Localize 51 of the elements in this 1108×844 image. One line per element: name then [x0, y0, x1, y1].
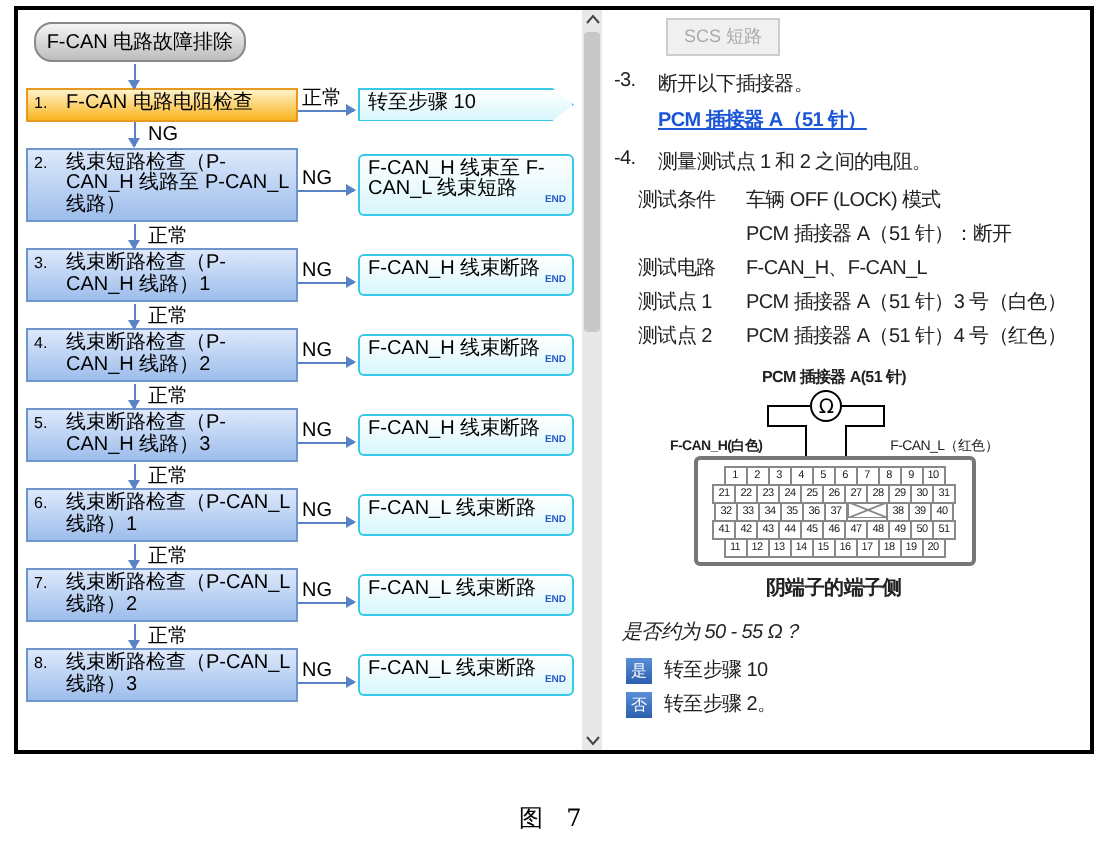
- instruction-text: 断开以下插接器。: [658, 71, 816, 98]
- branch-label: 正常: [148, 623, 188, 649]
- step-box[interactable]: 1. F-CAN 电路电阻检查: [26, 88, 298, 121]
- branch-label: 正常: [148, 383, 188, 409]
- step-box[interactable]: 8. 线束断路检查（P-CAN_L 线路）3: [26, 648, 298, 702]
- branch-label: 正常: [148, 543, 188, 569]
- figure-number: 图 7: [518, 802, 590, 836]
- branch-label: NG: [300, 168, 334, 191]
- branch-label: NG: [300, 339, 334, 361]
- branch-label: 正常: [148, 303, 188, 329]
- step-box[interactable]: 4. 线束断路检查（P-CAN_H 线路）2: [26, 328, 298, 382]
- condition-value: PCM 插接器 A（51 针）4 号（红色）: [746, 323, 1069, 350]
- figure-caption: 阴端子的端子侧: [766, 575, 902, 602]
- branch-label: NG: [300, 579, 334, 601]
- scrollbar-thumb[interactable]: [584, 32, 600, 332]
- step-box[interactable]: 5. 线束断路检查（P-CAN_H 线路）3: [26, 408, 298, 462]
- branch-label: 正常: [300, 88, 344, 111]
- step-box[interactable]: 3. 线束断路检查（P-CAN_H 线路）1: [26, 248, 298, 302]
- condition-value: PCM 插接器 A（51 针）3 号（白色）: [746, 289, 1069, 316]
- step-number: -3.: [614, 70, 638, 96]
- condition-label: 测试点 2: [638, 323, 714, 350]
- answer-text: 转至步骤 2。: [664, 691, 777, 718]
- branch-label: 正常: [148, 223, 188, 249]
- condition-value: F-CAN_H、F-CAN_L: [746, 256, 930, 282]
- condition-label: 测试电路: [638, 255, 718, 282]
- branch-label: NG: [148, 123, 178, 145]
- ohmmeter-drawing: Ω: [762, 388, 891, 456]
- branch-label: NG: [300, 659, 334, 681]
- step-number: -4.: [614, 148, 638, 174]
- branch-label: NG: [300, 259, 334, 281]
- condition-value: 车辆 OFF (LOCK) 模式: [746, 187, 943, 214]
- condition-value: PCM 插接器 A（51 针）：断开: [746, 221, 1014, 248]
- instruction-text: 测量测试点 1 和 2 之间的电阻。: [658, 149, 932, 176]
- question-text: 是否约为 50 - 55 Ω？: [622, 619, 804, 646]
- answer-button[interactable]: 否: [626, 691, 652, 717]
- step-box[interactable]: 6. 线束断路检查（P-CAN_L 线路）1: [26, 488, 298, 542]
- branch-label: 正常: [148, 463, 188, 489]
- branch-label: NG: [300, 419, 334, 441]
- step-box[interactable]: 7. 线束断路检查（P-CAN_L 线路）2: [26, 568, 298, 622]
- blank-pin-icon: [847, 502, 887, 518]
- flowchart-title: F-CAN 电路故障排除: [34, 22, 246, 62]
- branch-label: NG: [300, 499, 334, 521]
- answer-text: 转至步骤 10: [664, 657, 768, 684]
- answer-button[interactable]: 是: [626, 657, 652, 683]
- result-box[interactable]: 转至步骤 10: [358, 88, 574, 121]
- scrollbar[interactable]: [582, 10, 602, 750]
- condition-label: 测试点 1: [638, 289, 714, 316]
- step-box[interactable]: 2. 线束短路检查（P-CAN_H 线路至 P-CAN_L 线路）: [26, 147, 298, 222]
- figure-title: PCM 插接器 A(51 针): [762, 366, 906, 388]
- condition-label: 测试条件: [638, 187, 718, 214]
- connector-link[interactable]: PCM 插接器 A（51 针）: [658, 106, 867, 134]
